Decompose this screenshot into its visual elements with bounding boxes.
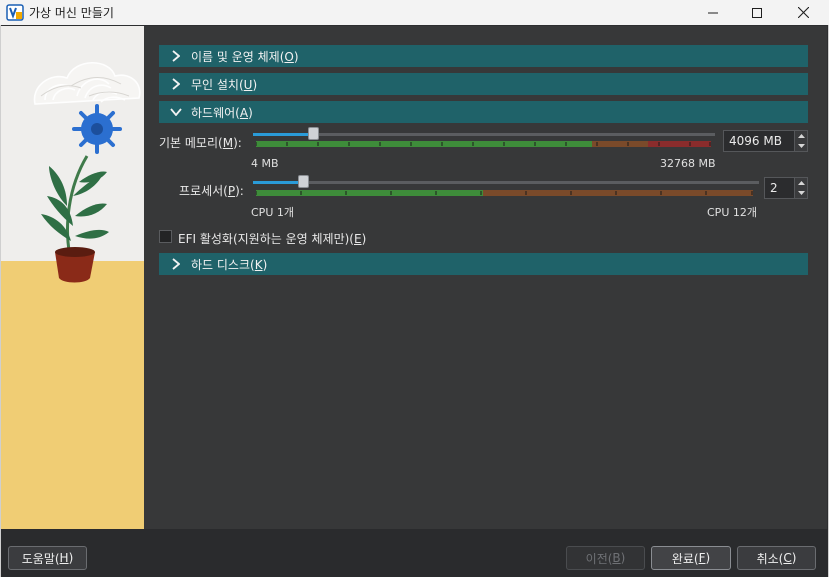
chevron-right-icon xyxy=(168,48,184,64)
minimize-button[interactable] xyxy=(690,0,736,25)
memory-slider-track xyxy=(253,133,715,136)
title-bar: 가상 머신 만들기 xyxy=(0,0,829,25)
memory-spinbox[interactable]: 4096 MB xyxy=(723,130,808,152)
spin-down-icon[interactable] xyxy=(795,188,807,198)
processors-spinbox[interactable]: 2 xyxy=(764,177,808,199)
processors-value[interactable]: 2 xyxy=(765,181,794,195)
efi-checkbox[interactable] xyxy=(159,230,172,243)
finish-button[interactable]: 완료(F) xyxy=(651,546,731,570)
memory-max-label: 32768 MB xyxy=(660,157,716,170)
processors-spin-arrows[interactable] xyxy=(794,178,807,198)
chevron-down-icon xyxy=(168,104,184,120)
spin-down-icon[interactable] xyxy=(795,141,807,151)
section-label: 무인 설치(U) xyxy=(191,77,258,92)
close-button[interactable] xyxy=(780,0,826,25)
memory-range-bar xyxy=(256,141,711,147)
processors-min-label: CPU 1개 xyxy=(251,206,294,219)
back-button[interactable]: 이전(B) xyxy=(566,546,645,570)
memory-min-label: 4 MB xyxy=(251,157,279,170)
help-button[interactable]: 도움말(H) xyxy=(8,546,87,570)
window-title: 가상 머신 만들기 xyxy=(29,6,114,20)
section-hard-disk[interactable]: 하드 디스크(K) xyxy=(159,253,808,275)
settings-panel: 이름 및 운영 체제(O) 무인 설치(U) 하드웨어(A) 기본 메모리(M)… xyxy=(144,26,827,529)
section-label: 하드 디스크(K) xyxy=(191,257,268,272)
minimize-icon xyxy=(708,12,718,13)
wizard-illustration xyxy=(1,26,144,529)
memory-spin-arrows[interactable] xyxy=(794,131,807,151)
memory-label: 기본 메모리(M): xyxy=(159,136,242,150)
efi-label[interactable]: EFI 활성화(지원하는 운영 체제만)(E) xyxy=(178,230,366,247)
chevron-right-icon xyxy=(168,76,184,92)
memory-slider-handle[interactable] xyxy=(308,127,319,140)
virtualbox-app-icon xyxy=(6,4,24,21)
processors-label: 프로세서(P): xyxy=(179,184,244,198)
memory-value[interactable]: 4096 MB xyxy=(724,134,794,148)
maximize-button[interactable] xyxy=(734,0,780,25)
cancel-button[interactable]: 취소(C) xyxy=(737,546,816,570)
processors-slider-track xyxy=(253,181,759,184)
memory-slider-fill xyxy=(253,133,309,136)
dialog-footer: 도움말(H) 이전(B) 완료(F) 취소(C) xyxy=(1,529,828,577)
processors-slider-handle[interactable] xyxy=(298,175,309,188)
processors-range-bar xyxy=(256,190,753,196)
maximize-icon xyxy=(752,7,762,18)
spin-up-icon[interactable] xyxy=(795,178,807,188)
chevron-right-icon xyxy=(168,256,184,272)
spin-up-icon[interactable] xyxy=(795,131,807,141)
section-unattended-install[interactable]: 무인 설치(U) xyxy=(159,73,808,95)
section-label: 이름 및 운영 체제(O) xyxy=(191,49,299,64)
section-hardware[interactable]: 하드웨어(A) xyxy=(159,101,808,123)
processors-slider-fill xyxy=(253,181,299,184)
section-name-and-os[interactable]: 이름 및 운영 체제(O) xyxy=(159,45,808,67)
processors-max-label: CPU 12개 xyxy=(707,206,757,219)
close-icon xyxy=(797,7,809,18)
section-label: 하드웨어(A) xyxy=(191,105,253,120)
